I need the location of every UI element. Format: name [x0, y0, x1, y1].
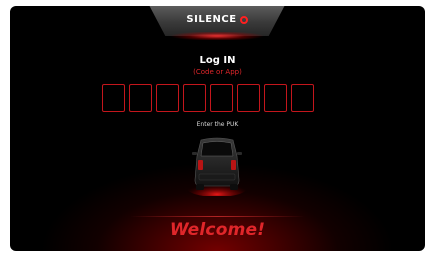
- car-rear-view-icon: [187, 137, 247, 196]
- code-digit-2[interactable]: [129, 84, 152, 112]
- brand-logo: SILENCE: [149, 14, 285, 25]
- ring-icon: [239, 15, 248, 24]
- welcome-divider: [130, 216, 305, 217]
- brand-glow: [170, 32, 264, 40]
- code-digit-5[interactable]: [210, 84, 233, 112]
- code-digit-8[interactable]: [291, 84, 314, 112]
- code-digit-3[interactable]: [156, 84, 179, 112]
- code-digit-7[interactable]: [264, 84, 287, 112]
- puk-label: Enter the PUK: [196, 121, 239, 128]
- code-digit-6[interactable]: [237, 84, 260, 112]
- code-input-group: [102, 84, 314, 112]
- device-screen: SILENCE Log IN (Code or App) Enter the P…: [10, 6, 425, 251]
- login-title: Log IN: [199, 55, 236, 66]
- code-digit-1[interactable]: [102, 84, 125, 112]
- code-digit-4[interactable]: [183, 84, 206, 112]
- welcome-message: Welcome!: [169, 220, 266, 240]
- login-subtitle: (Code or App): [193, 68, 242, 76]
- brand-name: SILENCE: [186, 14, 237, 25]
